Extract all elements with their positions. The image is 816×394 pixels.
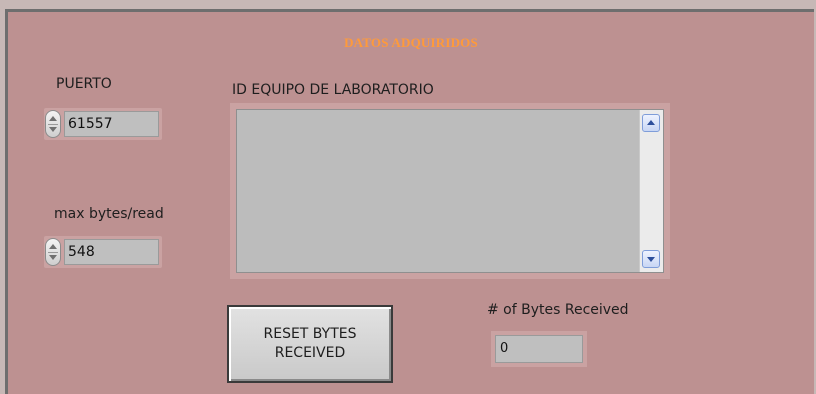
scroll-down-arrow-icon[interactable]	[642, 250, 660, 268]
max-bytes-spinner-icon[interactable]	[45, 238, 61, 266]
panel-title: DATOS ADQUIRIDOS	[344, 35, 478, 50]
puerto-control: 61557	[44, 108, 162, 140]
id-equipo-frame	[230, 103, 670, 279]
puerto-label: PUERTO	[56, 76, 112, 92]
bytes-received-indicator: 0	[495, 335, 583, 363]
max-bytes-label: max bytes/read	[54, 206, 164, 222]
bytes-received-frame: 0	[491, 331, 587, 367]
reset-bytes-received-button[interactable]: RESET BYTES RECEIVED	[227, 305, 393, 383]
bytes-received-label: # of Bytes Received	[487, 302, 629, 318]
id-equipo-label: ID EQUIPO DE LABORATORIO	[232, 82, 434, 98]
puerto-spinner-icon[interactable]	[45, 110, 61, 138]
puerto-input[interactable]: 61557	[64, 111, 159, 137]
datos-adquiridos-panel: DATOS ADQUIRIDOS PUERTO 61557 max bytes/…	[5, 9, 814, 394]
spinner-down-arrow-icon[interactable]	[49, 255, 57, 260]
spinner-up-arrow-icon[interactable]	[49, 116, 57, 121]
id-equipo-scrollbar[interactable]	[639, 110, 663, 272]
scroll-up-arrow-icon[interactable]	[642, 114, 660, 132]
max-bytes-control: 548	[44, 236, 162, 268]
spinner-up-arrow-icon[interactable]	[49, 244, 57, 249]
max-bytes-input[interactable]: 548	[64, 239, 159, 265]
spinner-down-arrow-icon[interactable]	[49, 127, 57, 132]
reset-button-label: RESET BYTES RECEIVED	[263, 326, 357, 361]
id-equipo-textarea[interactable]	[236, 109, 664, 273]
